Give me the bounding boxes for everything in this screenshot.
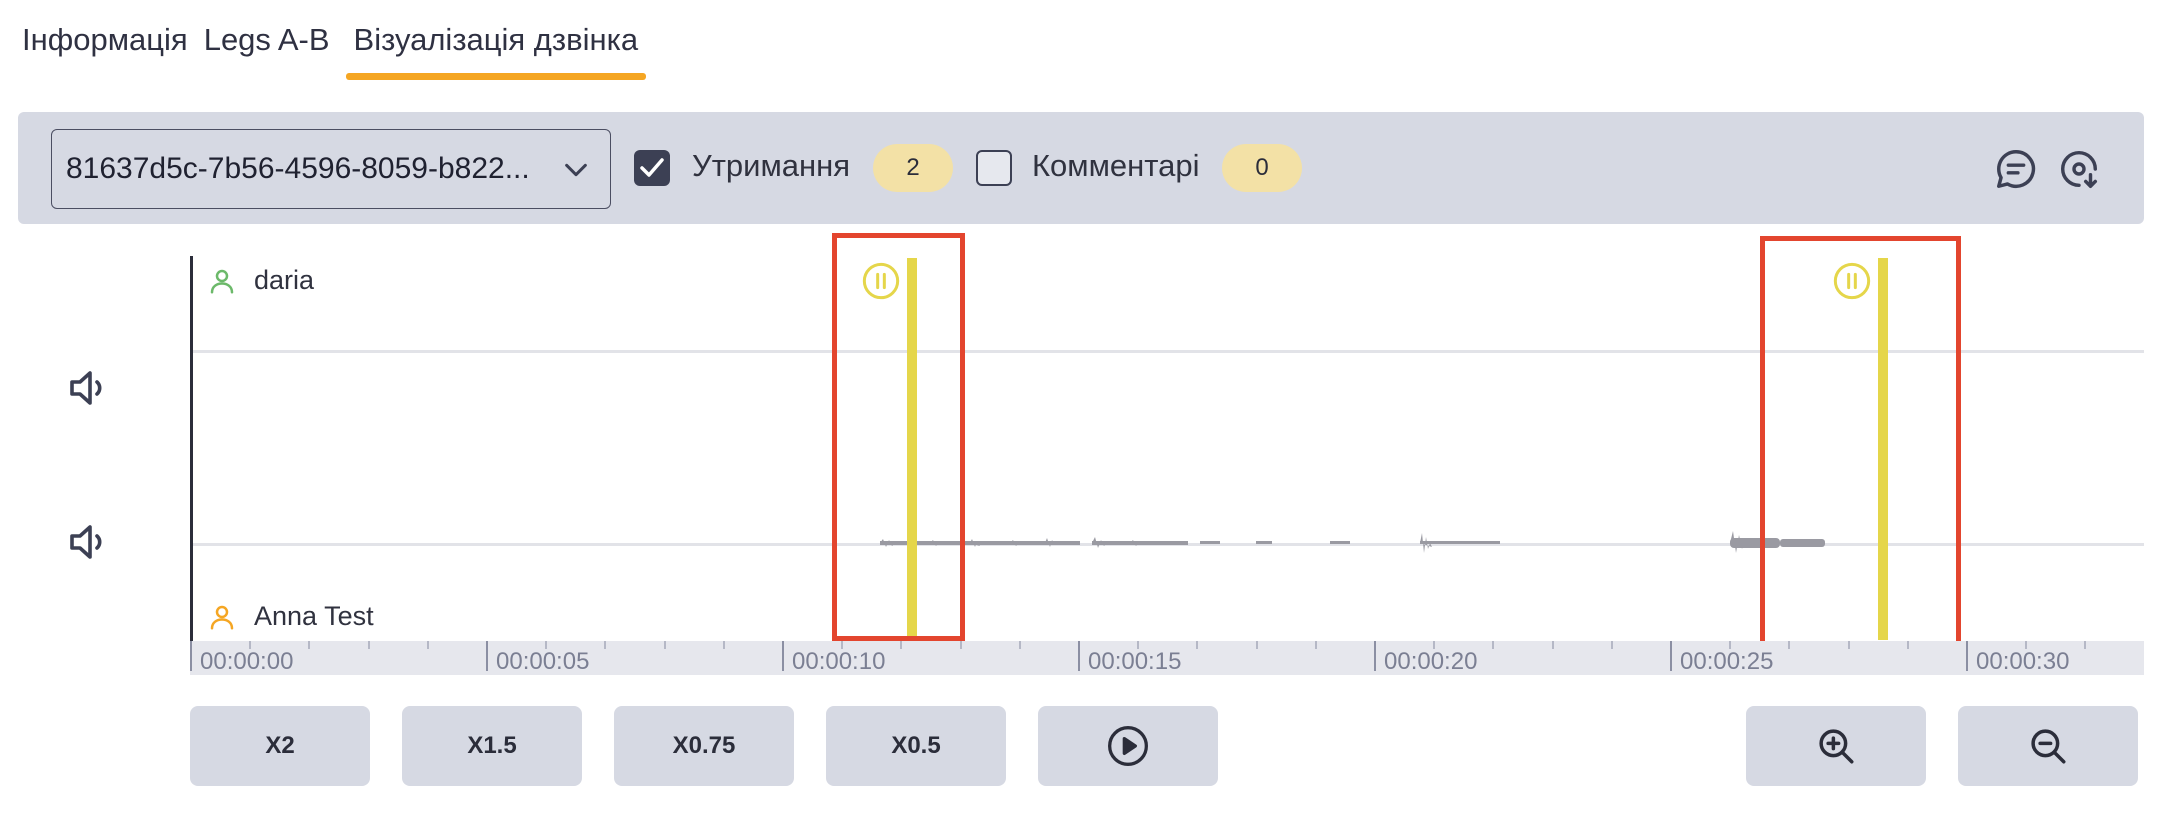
- ruler-time-label: 00:00:20: [1384, 648, 1478, 675]
- waveform-axis: [190, 256, 193, 642]
- download-icon[interactable]: [2056, 146, 2102, 192]
- ruler-minor-tick: [308, 641, 311, 649]
- checkmark-icon: [640, 158, 664, 177]
- track-name-daria: daria: [254, 265, 315, 295]
- comment-icon[interactable]: [1993, 146, 2039, 192]
- ruler-minor-tick: [959, 641, 962, 649]
- ruler-minor-tick: [1610, 641, 1613, 649]
- speaker-icon[interactable]: [64, 518, 112, 566]
- track-name-anna: Anna Test: [254, 601, 374, 631]
- zoom-out-button[interactable]: [1958, 706, 2138, 786]
- tab-bar: Інформація Legs A-B Візуалізація дзвінка: [22, 18, 662, 82]
- ruler-minor-tick: [1551, 641, 1554, 649]
- speed-x0-5-button[interactable]: X0.5: [826, 706, 1006, 786]
- holds-checkbox[interactable]: [634, 150, 670, 186]
- comments-label: Комментарі: [1032, 148, 1200, 183]
- ruler-major-tick: [1078, 641, 1080, 671]
- ruler-time-label: 00:00:15: [1088, 648, 1182, 675]
- ruler-minor-tick: [1018, 641, 1021, 649]
- ruler-major-tick: [190, 641, 192, 671]
- holds-count-badge: 2: [873, 144, 953, 192]
- ruler-minor-tick: [249, 641, 252, 649]
- ruler-minor-tick: [1492, 641, 1495, 649]
- call-id-value: 81637d5c-7b56-4596-8059-b822...: [66, 152, 530, 185]
- ruler-minor-tick: [1729, 641, 1732, 649]
- zoom-in-button[interactable]: [1746, 706, 1926, 786]
- ruler-minor-tick: [2084, 641, 2087, 649]
- comments-checkbox[interactable]: [976, 150, 1012, 186]
- ruler-minor-tick: [367, 641, 370, 649]
- tab-info[interactable]: Інформація: [22, 18, 188, 80]
- call-id-select[interactable]: 81637d5c-7b56-4596-8059-b822...: [51, 129, 611, 209]
- ruler-minor-tick: [1433, 641, 1436, 649]
- ruler-time-label: 00:00:05: [496, 648, 590, 675]
- highlight-box: [1760, 236, 1961, 646]
- ruler-minor-tick: [604, 641, 607, 649]
- ruler-major-tick: [486, 641, 488, 671]
- ruler-major-tick: [782, 641, 784, 671]
- ruler-minor-tick: [841, 641, 844, 649]
- speed-x0-75-button[interactable]: X0.75: [614, 706, 794, 786]
- ruler-time-label: 00:00:30: [1976, 648, 2070, 675]
- play-button[interactable]: [1038, 706, 1218, 786]
- ruler-minor-tick: [1788, 641, 1791, 649]
- ruler-time-label: 00:00:00: [200, 648, 294, 675]
- zoom-in-icon: [1819, 729, 1854, 764]
- holds-label: Утримання: [692, 148, 851, 183]
- ruler-minor-tick: [1137, 641, 1140, 649]
- speed-x2-button[interactable]: X2: [190, 706, 370, 786]
- ruler-time-label: 00:00:25: [1680, 648, 1774, 675]
- ruler-major-tick: [1374, 641, 1376, 671]
- ruler-minor-tick: [1196, 641, 1199, 649]
- ruler-minor-tick: [1314, 641, 1317, 649]
- ruler-minor-tick: [1255, 641, 1258, 649]
- ruler-major-tick: [1670, 641, 1672, 671]
- comments-count-badge: 0: [1222, 144, 1302, 192]
- toolbar: 81637d5c-7b56-4596-8059-b822... Утриманн…: [18, 112, 2144, 224]
- person-icon: [210, 605, 234, 630]
- ruler-minor-tick: [900, 641, 903, 649]
- ruler-time-label: 00:00:10: [792, 648, 886, 675]
- tab-legs[interactable]: Legs A-B: [204, 18, 330, 80]
- ruler-minor-tick: [426, 641, 429, 649]
- ruler-minor-tick: [663, 641, 666, 649]
- chevron-down-icon: [565, 163, 587, 177]
- ruler-minor-tick: [545, 641, 548, 649]
- ruler-minor-tick: [2025, 641, 2028, 649]
- ruler-minor-tick: [1847, 641, 1850, 649]
- tab-visualization[interactable]: Візуалізація дзвінка: [345, 18, 647, 80]
- audio-waveform: [880, 531, 1825, 553]
- person-icon: [210, 269, 234, 294]
- play-icon: [1108, 726, 1148, 766]
- highlight-box: [832, 233, 965, 641]
- speaker-icon[interactable]: [64, 364, 112, 412]
- ruler-minor-tick: [1906, 641, 1909, 649]
- speed-x1-5-button[interactable]: X1.5: [402, 706, 582, 786]
- ruler-major-tick: [1966, 641, 1968, 671]
- ruler-minor-tick: [722, 641, 725, 649]
- zoom-out-icon: [2031, 729, 2066, 764]
